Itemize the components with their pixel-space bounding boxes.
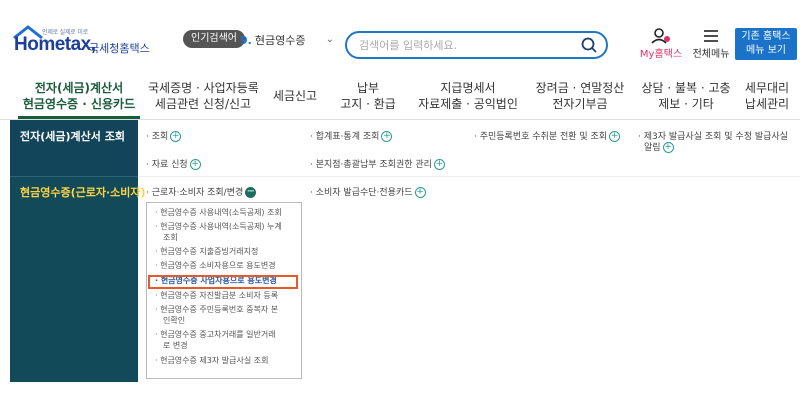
all-menu-label: 전체메뉴 (692, 49, 730, 60)
nav-item-line1: 세금신고 (272, 89, 318, 103)
my-hometax-button[interactable]: My홈택스 (638, 28, 684, 60)
search-placeholder: 검색어를 입력하세요. (359, 39, 458, 52)
header: 언제로 실제로 미로 Hometax, 국세청홈택스 인기검색어 9. 현금영수증… (0, 0, 800, 78)
link-label: 알림 (644, 143, 661, 153)
main-nav: 전자(세금)계산서 현금영수증 · 신용카드 국세증명 · 사업자등록 세금관련… (0, 78, 800, 120)
link-resident-id-convert[interactable]: · 주민등록번호 수취분 전환 및 조회 + (474, 129, 621, 142)
nav-item-line2: 고지 · 환급 (340, 97, 396, 111)
link-third-party-notice[interactable]: 알림 + (644, 140, 674, 153)
search-icon[interactable] (580, 36, 598, 54)
nav-item-consult[interactable]: 상담 · 불복 · 고충 제보 · 기타 (640, 80, 732, 112)
search-input[interactable]: 검색어를 입력하세요. (345, 31, 608, 59)
plus-icon[interactable]: + (381, 131, 393, 142)
link-summary-stats[interactable]: · 합계표·통계 조회 + (310, 129, 393, 142)
submenu-item[interactable]: · 현금영수증 지출증빙거래지정 (155, 246, 299, 257)
divider (10, 176, 138, 177)
nav-item-statement[interactable]: 지급명세서 자료제출 · 공익법인 (417, 80, 519, 112)
nav-item-agent[interactable]: 세무대리 납세관리 (742, 80, 792, 112)
link-label: · 조회 (146, 132, 169, 142)
link-consumer-card[interactable]: · 소비자 발급수단·전용카드 + (310, 185, 426, 198)
nav-item-etax-receipt[interactable]: 전자(세금)계산서 현금영수증 · 신용카드 (18, 80, 140, 119)
link-label: · 근로자·소비자 조회/변경 (146, 188, 244, 198)
submenu-item[interactable]: · 현금영수증 주민등록번호 중복자 본 (155, 304, 299, 315)
nav-item-line2: 세금관련 신청/신고 (154, 97, 252, 111)
submenu-item[interactable]: · 현금영수증 사용내역(소득공제) 조회 (155, 207, 299, 218)
nav-item-tax-report[interactable]: 세금신고 (270, 88, 320, 104)
chevron-down-icon: ⌄ (325, 34, 334, 45)
nav-item-line2: 납세관리 (744, 97, 790, 111)
selection-highlight-box (148, 275, 298, 289)
hamburger-icon (704, 30, 718, 42)
link-branch-permission[interactable]: · 본지점·총괄납부 조회권한 관리 + (310, 157, 445, 170)
section-title-cash-receipt: 현금영수증(근로자·소비자) (20, 186, 146, 199)
nav-item-line1: 전자(세금)계산서 (34, 81, 124, 95)
link-data-request[interactable]: · 자료 신청 + (146, 157, 201, 170)
submenu-item-cont[interactable]: 인확인 (163, 315, 307, 326)
plus-icon[interactable]: + (189, 159, 201, 170)
nav-item-line1: 지급명세서 (440, 81, 496, 95)
nav-item-incentive[interactable]: 장려금 · 연말정산 전자기부금 (532, 80, 628, 112)
submenu-item-cont[interactable]: 조회 (163, 232, 307, 243)
submenu-item-cont[interactable]: 로 변경 (163, 340, 307, 351)
link-label: · 자료 신청 (146, 160, 188, 170)
link-label: · 합계표·통계 조회 (310, 132, 380, 142)
my-hometax-label: My홈택스 (639, 49, 683, 60)
link-inquiry[interactable]: · 조회 + (146, 129, 182, 142)
basic-view-button[interactable]: 기존 홈택스 메뉴 보기 (735, 28, 797, 60)
logo-brand-ko: 국세청홈택스 (89, 42, 150, 55)
nav-item-certificate[interactable]: 국세증명 · 사업자등록 세금관련 신청/신고 (148, 80, 259, 112)
nav-item-line2: 전자기부금 (552, 97, 608, 111)
nav-item-line2: 제보 · 기타 (658, 97, 714, 111)
nav-item-line1: 납부 (356, 81, 380, 95)
all-menu-button[interactable]: 전체메뉴 (689, 28, 733, 60)
plus-icon[interactable]: + (662, 142, 674, 153)
submenu-dropdown: · 현금영수증 사용내역(소득공제) 조회 · 현금영수증 사용내역(소득공제)… (146, 202, 302, 379)
plus-icon[interactable]: + (433, 159, 445, 170)
link-label: · 본지점·총괄납부 조회권한 관리 (310, 160, 432, 170)
divider (138, 176, 800, 177)
submenu-item[interactable]: · 현금영수증 자진발급분 소비자 등록 (155, 290, 299, 301)
submenu-item[interactable]: · 현금영수증 제3자 발급사실 조회 (155, 355, 299, 366)
nav-item-line1: 국세증명 · 사업자등록 (148, 81, 259, 95)
link-label: · 소비자 발급수단·전용카드 (310, 188, 413, 198)
nav-item-line2: 현금영수증 · 신용카드 (22, 97, 136, 111)
link-label: · 주민등록번호 수취분 전환 및 조회 (474, 132, 608, 142)
popular-search-select[interactable]: 9. 현금영수증 ⌄ (240, 32, 340, 52)
popular-rank: 9. (240, 34, 252, 47)
plus-icon[interactable]: + (414, 187, 426, 198)
section-title-etax: 전자(세금)계산서 조회 (20, 130, 125, 143)
nav-item-line2: 자료제출 · 공익법인 (418, 97, 518, 111)
submenu-item[interactable]: · 현금영수증 사용내역(소득공제) 누계 (155, 221, 299, 232)
nav-item-payment[interactable]: 납부 고지 · 환급 (338, 80, 398, 112)
popular-search-badge: 인기검색어 (183, 30, 245, 48)
submenu-item[interactable]: · 현금영수증 소비자용으로 용도변경 (155, 260, 299, 271)
basic-view-line2: 메뉴 보기 (746, 45, 786, 56)
link-consumer-inquiry[interactable]: · 근로자·소비자 조회/변경 − (146, 185, 257, 198)
submenu-item[interactable]: · 현금영수증 중고차거래를 일반거래 (155, 329, 299, 340)
popular-value: 현금영수증 (254, 34, 306, 47)
nav-item-line1: 장려금 · 연말정산 (535, 81, 625, 95)
user-icon (651, 28, 670, 44)
menu-content: 전자(세금)계산서 조회 현금영수증(근로자·소비자) · 조회 + · 합계표·… (0, 120, 800, 400)
basic-view-line1: 기존 홈택스 (741, 31, 791, 42)
hometax-logo[interactable]: 언제로 실제로 미로 Hometax, 국세청홈택스 (12, 24, 152, 58)
logo-brand: Hometax, (14, 34, 96, 55)
nav-item-line1: 상담 · 불복 · 고충 (641, 81, 731, 95)
plus-icon[interactable]: + (170, 131, 182, 142)
plus-icon[interactable]: + (609, 131, 621, 142)
active-underline (18, 116, 140, 119)
nav-item-line1: 세무대리 (744, 81, 790, 95)
minus-icon[interactable]: − (245, 187, 257, 198)
